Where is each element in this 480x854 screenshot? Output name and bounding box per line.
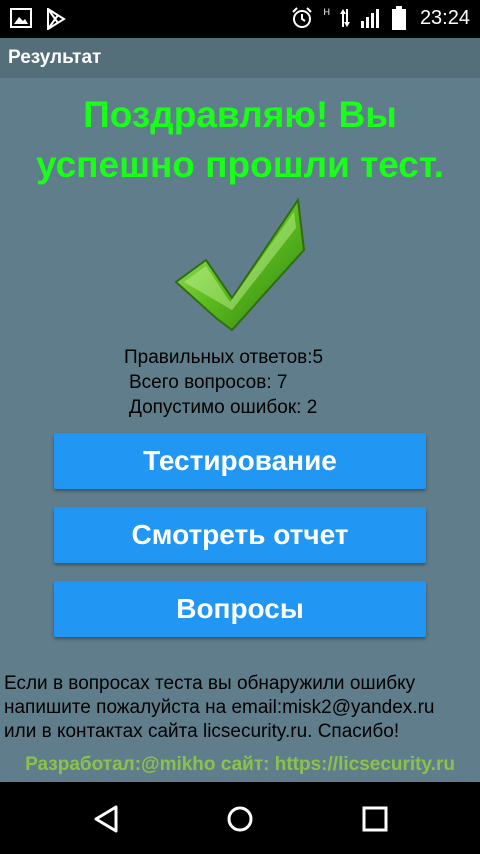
- correct-answers-text: Правильных ответов:5: [124, 347, 324, 368]
- title-bar: Результат: [0, 38, 480, 78]
- status-clock: 23:24: [419, 6, 470, 29]
- view-report-button[interactable]: Смотреть отчет: [54, 507, 426, 563]
- error-report-info: Если в вопросах теста вы обнаружили ошиб…: [4, 672, 478, 744]
- info-line-3: или в контактах сайта licsecurity.ru. Сп…: [4, 721, 400, 742]
- alarm-icon: [291, 7, 313, 29]
- headline-line-1: Поздравляю! Вы: [83, 94, 397, 135]
- testing-button[interactable]: Тестирование: [54, 433, 426, 489]
- headline-line-2: успешно прошли тест.: [35, 144, 445, 185]
- network-type-label: H: [323, 7, 330, 17]
- data-arrows-icon: [339, 7, 350, 29]
- checkmark-icon: [172, 197, 308, 339]
- recents-icon[interactable]: [360, 804, 390, 839]
- home-icon[interactable]: [225, 804, 255, 839]
- developer-credit: Разработал:@mikho сайт: https://licsecur…: [25, 754, 455, 775]
- allowed-errors-text: Допустимо ошибок: 2: [129, 397, 318, 418]
- image-icon: [10, 8, 32, 30]
- signal-icon: [360, 7, 382, 29]
- info-line-1: Если в вопросах теста вы обнаружили ошиб…: [4, 673, 416, 694]
- status-bar: H 23:24: [0, 0, 480, 38]
- navigation-bar: [0, 782, 480, 854]
- play-store-icon: [46, 8, 66, 30]
- page-title: Результат: [8, 47, 102, 68]
- total-questions-text: Всего вопросов: 7: [129, 372, 288, 393]
- info-line-2: напишите пожалуйста на email:misk2@yande…: [4, 697, 435, 718]
- back-icon[interactable]: [92, 804, 122, 839]
- congratulations-headline: Поздравляю! Вы успешно прошли тест.: [0, 90, 480, 190]
- battery-icon: [391, 6, 406, 30]
- questions-button[interactable]: Вопросы: [54, 581, 426, 637]
